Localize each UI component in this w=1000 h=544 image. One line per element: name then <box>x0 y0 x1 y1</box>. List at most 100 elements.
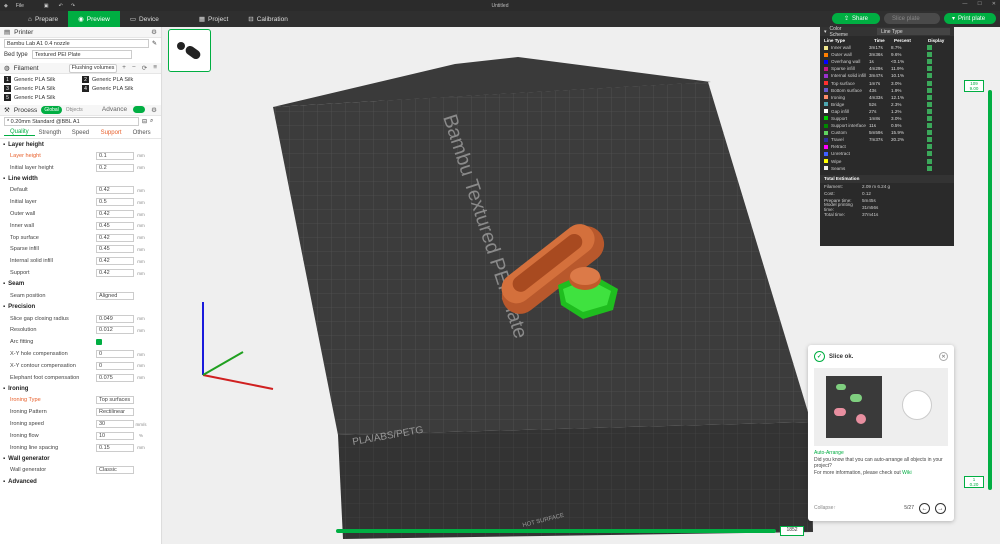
gear-icon[interactable]: ⚙ <box>151 106 157 114</box>
filament-item[interactable]: 3 Generic PLA Silk <box>4 85 76 92</box>
project-icon: ▦ <box>198 16 206 23</box>
param-value[interactable]: 0.075 <box>96 373 134 382</box>
param-value[interactable]: Classic <box>96 466 134 475</box>
param-value[interactable]: 0.42 <box>96 233 134 242</box>
param-value[interactable]: Top surfaces <box>96 396 134 405</box>
tab-others[interactable]: Others <box>126 130 157 136</box>
next-tip-button[interactable]: → <box>935 503 946 514</box>
tab-preview[interactable]: ◉ Preview <box>68 11 120 27</box>
print-plate-button[interactable]: ▾ Print plate <box>944 13 996 24</box>
tab-strength[interactable]: Strength <box>35 130 66 136</box>
add-icon[interactable]: + <box>122 64 126 72</box>
param-value[interactable]: 0.42 <box>96 269 134 278</box>
param-checkbox[interactable] <box>96 339 102 346</box>
sync-icon[interactable]: ⟳ <box>142 64 147 72</box>
param-label: Arc fitting <box>10 339 34 346</box>
objects-toggle[interactable]: Objects <box>66 107 83 113</box>
plate-thumbnail[interactable] <box>168 29 211 72</box>
filament-item[interactable]: 1 Generic PLA Silk <box>4 76 76 83</box>
param-value[interactable]: 0.45 <box>96 221 134 230</box>
global-toggle[interactable]: Global <box>41 106 62 114</box>
display-checkbox[interactable] <box>927 144 932 150</box>
param-value[interactable]: 0.15 <box>96 443 134 452</box>
display-checkbox[interactable] <box>927 123 932 129</box>
filament-item[interactable]: 5 Generic PLA Silk <box>4 94 76 101</box>
display-checkbox[interactable] <box>927 108 932 114</box>
param-value[interactable]: 0.5 <box>96 198 134 207</box>
tab-speed[interactable]: Speed <box>65 130 96 136</box>
tab-prepare[interactable]: ⌂ Prepare <box>18 11 68 27</box>
remove-icon[interactable]: − <box>132 64 136 72</box>
display-checkbox[interactable] <box>927 130 932 136</box>
edit-icon[interactable]: ✎ <box>152 40 157 47</box>
list-icon[interactable]: ≡ <box>153 64 157 72</box>
display-checkbox[interactable] <box>927 52 932 58</box>
param-value[interactable]: 0 <box>96 350 134 359</box>
move-track[interactable] <box>336 529 776 533</box>
total-estimation-title: Total Estimation <box>820 174 954 183</box>
share-button[interactable]: ⇪ Share <box>832 13 880 24</box>
scheme-select[interactable]: Line Type <box>877 28 950 35</box>
move-slider[interactable]: 1852 <box>336 526 806 536</box>
param-value[interactable]: 0 <box>96 361 134 370</box>
param-value[interactable]: 0.012 <box>96 326 134 335</box>
legend-row: Internal solid infill 3m47s 10.1% <box>820 72 954 79</box>
param-value[interactable]: 10 <box>96 431 134 440</box>
tab-calibration[interactable]: ⊟ Calibration <box>238 11 298 27</box>
layer-track[interactable] <box>988 90 992 490</box>
flushing-volumes-button[interactable]: Flushing volumes <box>68 63 118 73</box>
collapse-button[interactable]: Collapse↑ <box>814 505 836 511</box>
display-checkbox[interactable] <box>927 165 932 171</box>
tab-project[interactable]: ▦ Project <box>189 11 238 27</box>
display-checkbox[interactable] <box>927 80 932 86</box>
display-checkbox[interactable] <box>927 59 932 65</box>
filament-item[interactable]: 2 Generic PLA Silk <box>82 76 154 83</box>
param-value[interactable]: Rectilinear <box>96 408 134 417</box>
param-value[interactable]: 0.049 <box>96 314 134 323</box>
wiki-link[interactable]: Wiki <box>902 470 911 476</box>
printer-section-header: ▤ Printer ⚙ <box>0 27 161 38</box>
display-checkbox[interactable] <box>927 66 932 72</box>
param-unit: mm <box>137 327 145 333</box>
display-checkbox[interactable] <box>927 45 932 51</box>
close-icon[interactable]: ✕ <box>992 1 996 7</box>
tab-quality[interactable]: Quality <box>4 129 35 136</box>
param-label: Elephant foot compensation <box>10 374 80 381</box>
filament-item[interactable]: 4 Generic PLA Silk <box>82 85 154 92</box>
display-checkbox[interactable] <box>927 73 932 79</box>
display-checkbox[interactable] <box>927 101 932 107</box>
bed-type-select[interactable]: Textured PEI Plate <box>32 50 132 59</box>
check-icon: ✓ <box>814 351 825 362</box>
save-profile-icon[interactable]: ⊟ <box>142 118 147 125</box>
param-row: Ironing flow 10% <box>0 430 161 442</box>
process-profile-select[interactable]: * 0.20mm Standard @BBL A1 <box>4 117 139 126</box>
tab-support[interactable]: Support <box>96 130 127 136</box>
prev-tip-button[interactable]: ← <box>919 503 930 514</box>
minimize-icon[interactable]: — <box>962 1 967 7</box>
printer-select[interactable]: Bambu Lab A1 0.4 nozzle <box>4 39 149 48</box>
collapse-icon[interactable]: ▾ <box>824 29 827 35</box>
display-checkbox[interactable] <box>927 94 932 100</box>
tab-device[interactable]: ▭ Device <box>120 11 169 27</box>
close-icon[interactable]: ✕ <box>939 352 948 361</box>
maximize-icon[interactable]: ☐ <box>977 1 981 7</box>
display-checkbox[interactable] <box>927 158 932 164</box>
param-value[interactable]: 0.2 <box>96 163 134 172</box>
param-value[interactable]: 30 <box>96 420 134 429</box>
param-value[interactable]: 0.42 <box>96 257 134 266</box>
advance-switch[interactable] <box>133 106 146 113</box>
display-checkbox[interactable] <box>927 137 932 143</box>
legend-row: Gap infill 27s 1.2% <box>820 108 954 115</box>
display-checkbox[interactable] <box>927 115 932 121</box>
slice-plate-button[interactable]: Slice plate <box>884 13 940 24</box>
param-value[interactable]: 0.45 <box>96 245 134 254</box>
display-checkbox[interactable] <box>927 151 932 157</box>
param-value[interactable]: Aligned <box>96 291 134 300</box>
param-value[interactable]: 0.42 <box>96 186 134 195</box>
search-icon[interactable]: ⌕ <box>150 118 153 125</box>
param-value[interactable]: 0.42 <box>96 210 134 219</box>
gear-icon[interactable]: ⚙ <box>151 28 157 36</box>
layer-slider[interactable]: 109 9.00 1 0.20 <box>964 80 992 490</box>
param-value[interactable]: 0.1 <box>96 151 134 160</box>
display-checkbox[interactable] <box>927 87 932 93</box>
